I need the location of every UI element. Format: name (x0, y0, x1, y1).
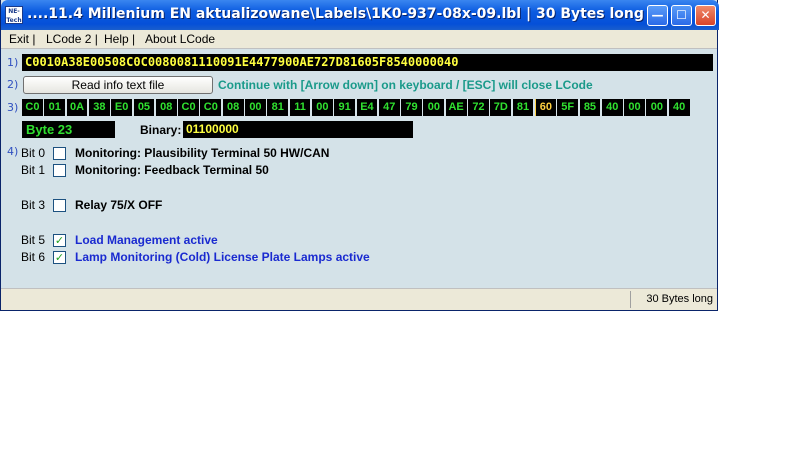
byte-cell-26[interactable]: 40 (601, 99, 623, 116)
bit-checkbox-4[interactable]: ✓ (53, 251, 66, 264)
bit-checkbox-0[interactable] (53, 147, 66, 160)
byte-cell-23[interactable]: 60 (534, 99, 556, 116)
byte-cell-1[interactable]: 01 (44, 99, 66, 116)
byte-cell-14[interactable]: 91 (334, 99, 356, 116)
byte-cell-7[interactable]: C0 (178, 99, 199, 116)
byte-cell-11[interactable]: 81 (267, 99, 289, 116)
byte-cell-24[interactable]: 5F (557, 99, 579, 116)
app-logo-icon[interactable]: NE-Tech (5, 6, 23, 24)
binary-value: 01100000 (183, 121, 413, 138)
checkmark-icon: ✓ (54, 234, 65, 247)
status-separator (630, 291, 631, 308)
lcode-window: NE-Tech ....11.4 Millenium EN aktualizow… (0, 0, 719, 311)
byte-cell-16[interactable]: 47 (378, 99, 400, 116)
menu-help[interactable]: Help | (104, 32, 135, 46)
maximize-button[interactable]: ☐ (671, 5, 692, 26)
byte-cell-19[interactable]: AE (445, 99, 467, 116)
minimize-icon: — (651, 8, 664, 22)
bit-description-4: Lamp Monitoring (Cold) License Plate Lam… (75, 250, 370, 264)
bit-label-3: Bit 5 (21, 233, 46, 247)
byte-cell-3[interactable]: 38 (88, 99, 110, 116)
window-title: ....11.4 Millenium EN aktualizowane\Labe… (27, 6, 644, 22)
bit-label-0: Bit 0 (21, 146, 46, 160)
byte-cell-17[interactable]: 79 (401, 99, 422, 116)
close-button[interactable]: ✕ (695, 5, 716, 26)
byte-cell-0[interactable]: C0 (22, 99, 43, 116)
read-info-button-label: Read info text file (71, 78, 165, 92)
title-bar[interactable]: NE-Tech ....11.4 Millenium EN aktualizow… (1, 0, 719, 30)
bit-checkbox-3[interactable]: ✓ (53, 234, 66, 247)
byte-cell-21[interactable]: 7D (490, 99, 512, 116)
row-label-4: 4) (7, 145, 19, 158)
byte-cell-2[interactable]: 0A (66, 99, 88, 116)
byte-cell-6[interactable]: 08 (155, 99, 177, 116)
row-label-2: 2) (7, 78, 19, 91)
bit-description-2: Relay 75/X OFF (75, 198, 163, 212)
bit-description-0: Monitoring: Plausibility Terminal 50 HW/… (75, 146, 330, 160)
byte-cell-12[interactable]: 11 (289, 99, 311, 116)
binary-label: Binary: (140, 123, 182, 137)
bit-description-1: Monitoring: Feedback Terminal 50 (75, 163, 269, 177)
menu-lcode-2[interactable]: LCode 2 | (46, 32, 98, 46)
row-label-3: 3) (7, 101, 19, 114)
byte-cell-10[interactable]: 00 (245, 99, 266, 116)
keyboard-hint: Continue with [Arrow down] on keyboard /… (218, 78, 593, 92)
bit-checkbox-1[interactable] (53, 164, 66, 177)
selected-byte-label: Byte 23 (22, 121, 115, 138)
byte-cell-28[interactable]: 00 (646, 99, 668, 116)
bit-label-1: Bit 1 (21, 163, 46, 177)
bit-label-4: Bit 6 (21, 250, 46, 264)
row-label-1: 1) (7, 56, 19, 69)
byte-cell-25[interactable]: 85 (579, 99, 601, 116)
status-bar: 30 Bytes long (1, 288, 717, 310)
byte-cell-9[interactable]: 08 (222, 99, 244, 116)
status-bytes-long: 30 Bytes long (646, 293, 713, 305)
hex-code-field[interactable]: C0010A38E00508C0C0080081110091E4477900AE… (22, 54, 713, 71)
menu-about-lcode[interactable]: About LCode (145, 32, 215, 46)
byte-cell-13[interactable]: 00 (311, 99, 333, 116)
byte-cell-18[interactable]: 00 (423, 99, 445, 116)
byte-cell-29[interactable]: 40 (668, 99, 690, 116)
byte-cell-4[interactable]: E0 (111, 99, 133, 116)
close-icon: ✕ (700, 8, 711, 22)
menu-exit[interactable]: Exit | (9, 32, 35, 46)
bit-checkbox-2[interactable] (53, 199, 66, 212)
bit-description-3: Load Management active (75, 233, 218, 247)
maximize-icon: ☐ (676, 8, 687, 22)
byte-cell-20[interactable]: 72 (468, 99, 489, 116)
byte-cell-8[interactable]: C0 (200, 99, 222, 116)
byte-cell-5[interactable]: 05 (133, 99, 155, 116)
checkmark-icon: ✓ (54, 251, 65, 264)
menu-bar: Exit | LCode 2 | Help | About LCode (1, 30, 717, 49)
read-info-text-file-button[interactable]: Read info text file (23, 76, 213, 94)
byte-cell-15[interactable]: E4 (356, 99, 378, 116)
minimize-button[interactable]: — (647, 5, 668, 26)
bit-label-2: Bit 3 (21, 198, 46, 212)
byte-cell-27[interactable]: 00 (624, 99, 645, 116)
byte-cell-22[interactable]: 81 (512, 99, 534, 116)
